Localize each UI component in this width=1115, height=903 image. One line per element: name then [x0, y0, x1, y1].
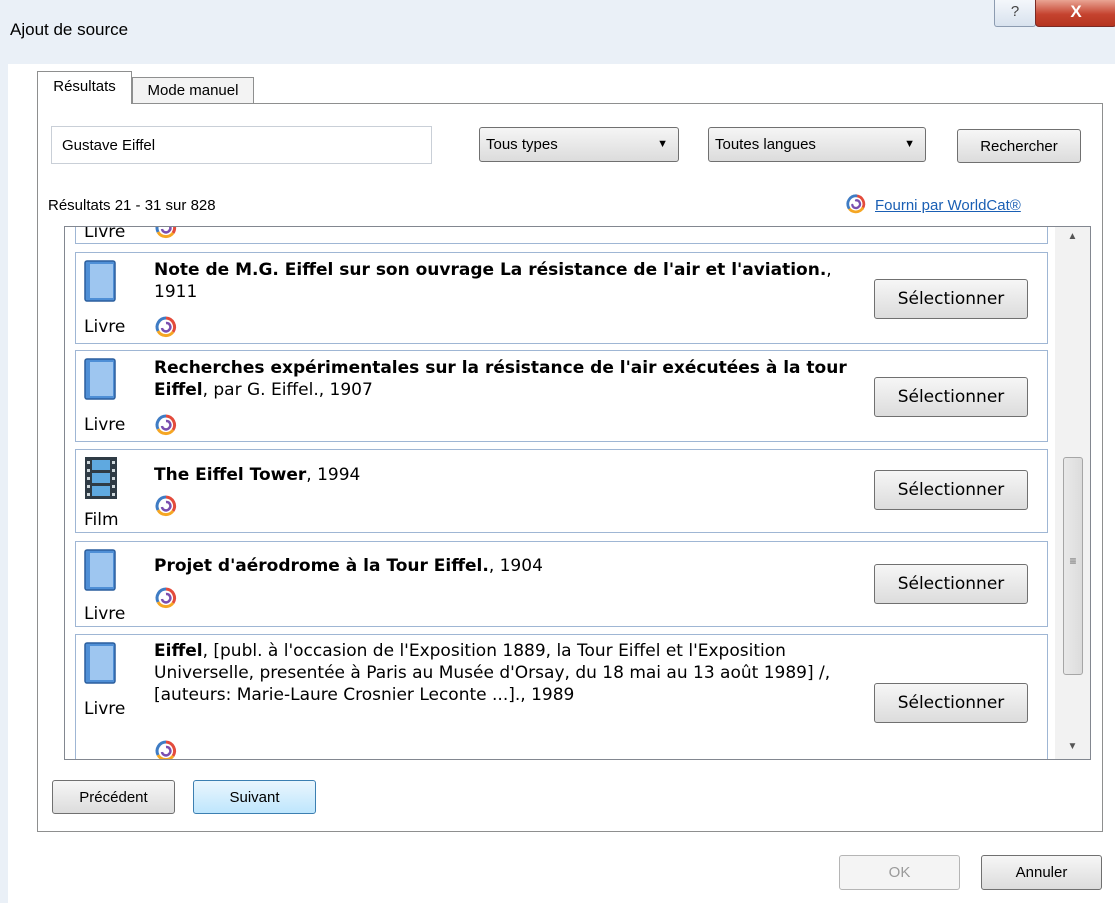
close-button[interactable]: X	[1035, 0, 1115, 27]
select-button[interactable]: Sélectionner	[874, 470, 1028, 510]
select-button[interactable]: Sélectionner	[874, 564, 1028, 604]
worldcat-logo-icon	[154, 494, 178, 522]
book-icon	[84, 642, 116, 684]
book-icon	[84, 549, 116, 591]
item-title: Recherches expérimentales sur la résista…	[154, 358, 847, 400]
language-filter-value: Toutes langues	[715, 136, 816, 153]
type-filter-value: Tous types	[486, 136, 558, 153]
select-button[interactable]: Sélectionner	[874, 683, 1028, 723]
book-icon	[84, 260, 116, 302]
worldcat-logo-icon	[845, 193, 867, 219]
worldcat-logo-icon	[154, 315, 178, 343]
select-button[interactable]: Sélectionner	[874, 377, 1028, 417]
worldcat-logo-icon	[154, 586, 178, 614]
item-type-label: Livre	[84, 317, 126, 337]
item-type-label: Livre	[84, 699, 126, 719]
results-list[interactable]: Livre Livre Note de M.G. Eiffel sur son …	[64, 226, 1091, 760]
item-type-label: Livre	[84, 226, 126, 242]
dropdown-arrow-icon: ▼	[904, 138, 915, 150]
grip-icon: ≡	[1069, 554, 1077, 568]
type-filter-select[interactable]: Tous types ▼	[479, 127, 679, 162]
item-type-label: Livre	[84, 415, 126, 435]
ok-button[interactable]: OK	[839, 855, 960, 890]
item-title: Projet d'aérodrome à la Tour Eiffel., 19…	[154, 556, 543, 576]
worldcat-logo-icon	[154, 739, 178, 759]
item-type-label: Livre	[84, 604, 126, 624]
scrollbar-thumb[interactable]: ≡	[1063, 457, 1083, 675]
language-filter-select[interactable]: Toutes langues ▼	[708, 127, 926, 162]
previous-button[interactable]: Précédent	[52, 780, 175, 814]
list-item: Livre Projet d'aérodrome à la Tour Eiffe…	[75, 541, 1048, 627]
film-icon	[85, 457, 117, 499]
worldcat-logo-icon	[154, 413, 178, 441]
worldcat-provider-link[interactable]: Fourni par WorldCat®	[845, 193, 1021, 219]
select-button[interactable]: Sélectionner	[874, 279, 1028, 319]
list-item: Livre Note de M.G. Eiffel sur son ouvrag…	[75, 252, 1048, 344]
list-item: Livre Eiffel, [publ. à l'occasion de l'E…	[75, 634, 1048, 759]
worldcat-logo-icon	[154, 227, 178, 244]
list-item-partial: Livre	[75, 226, 1048, 244]
tab-results[interactable]: Résultats	[37, 71, 132, 104]
item-title: Eiffel, [publ. à l'occasion de l'Exposit…	[154, 641, 831, 705]
scroll-down-arrow-icon[interactable]: ▼	[1055, 741, 1090, 752]
search-button[interactable]: Rechercher	[957, 129, 1081, 163]
next-button[interactable]: Suivant	[193, 780, 316, 814]
item-title: Note de M.G. Eiffel sur son ouvrage La r…	[154, 260, 832, 302]
results-summary: Résultats 21 - 31 sur 828	[48, 197, 216, 214]
window-title: Ajout de source	[10, 20, 129, 39]
worldcat-link-label: Fourni par WorldCat®	[875, 196, 1021, 214]
scroll-up-arrow-icon[interactable]: ▲	[1055, 231, 1090, 242]
list-item: Livre Recherches expérimentales sur la r…	[75, 350, 1048, 442]
window-frame	[0, 64, 8, 903]
results-scrollbar[interactable]: ▲ ≡ ▼	[1055, 227, 1090, 759]
help-button[interactable]: ?	[994, 0, 1036, 27]
list-item: Film The Eiffel Tower, 1994 Sélectionner	[75, 449, 1048, 533]
book-icon	[84, 358, 116, 400]
item-title: The Eiffel Tower, 1994	[154, 465, 361, 485]
item-type-label: Film	[84, 510, 119, 530]
cancel-button[interactable]: Annuler	[981, 855, 1102, 890]
tab-manual-mode[interactable]: Mode manuel	[132, 77, 254, 104]
title-bar: Ajout de source	[0, 0, 1115, 64]
dropdown-arrow-icon: ▼	[657, 138, 668, 150]
search-input[interactable]	[51, 126, 432, 164]
